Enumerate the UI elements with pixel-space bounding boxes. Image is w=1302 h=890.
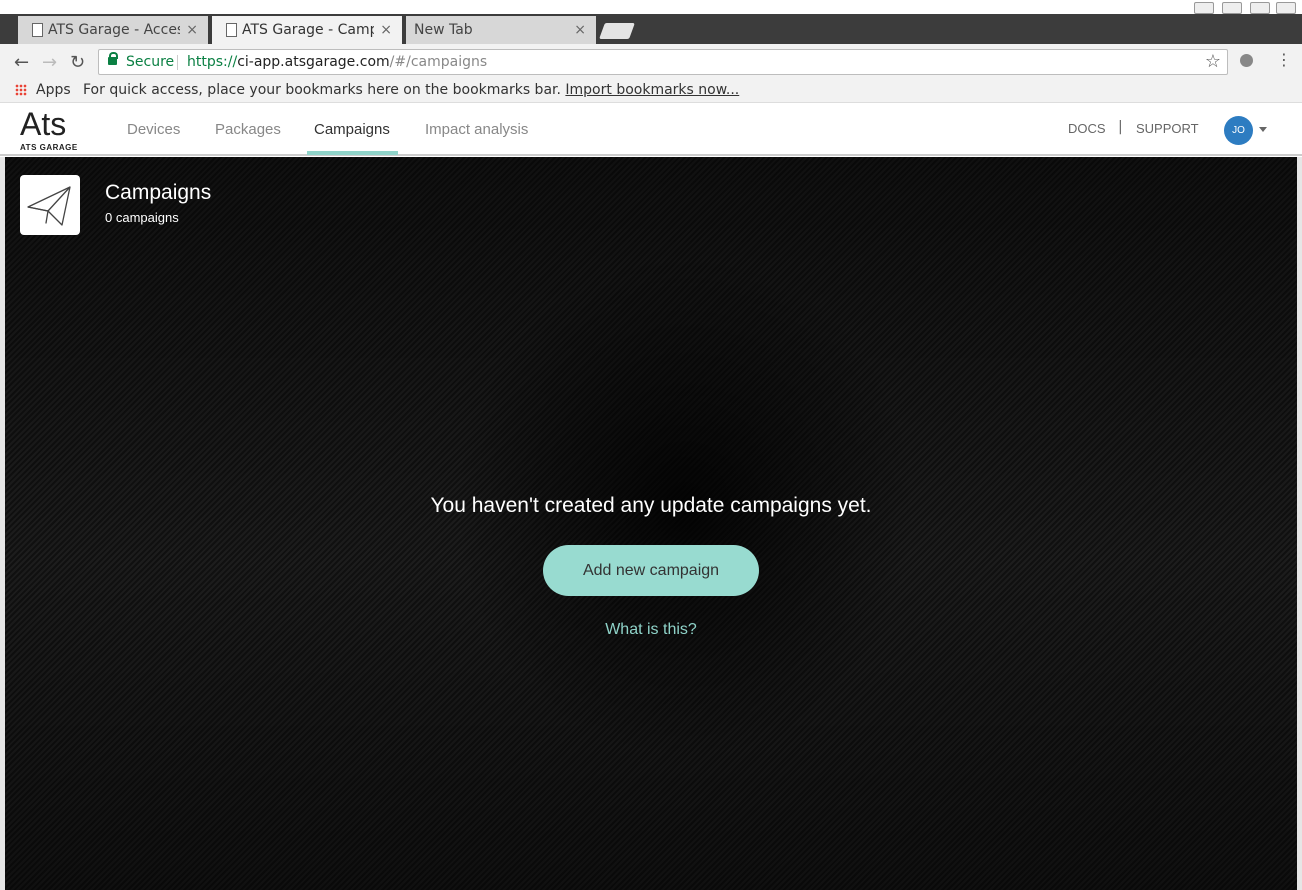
campaign-count: 0 campaigns xyxy=(105,210,179,225)
page-title: Campaigns xyxy=(105,181,212,204)
tab-strip: ATS Garage - Access × ATS Garage - Campa… xyxy=(0,14,1302,44)
app-header: Ats ATS GARAGE Devices Packages Campaign… xyxy=(0,102,1302,156)
tab-title: New Tab xyxy=(414,22,473,38)
apps-grid-icon[interactable] xyxy=(15,84,27,96)
restore-icon[interactable] xyxy=(1222,2,1242,14)
add-new-campaign-button[interactable]: Add new campaign xyxy=(543,545,759,596)
divider xyxy=(177,55,178,70)
tab-campaigns[interactable]: ATS Garage - Campa × xyxy=(212,16,402,44)
bookmark-star-icon[interactable]: ☆ xyxy=(1205,50,1221,74)
back-icon[interactable]: ← xyxy=(14,52,29,73)
url-host: ci-app.atsgarage.com xyxy=(237,54,390,70)
url-protocol: https:// xyxy=(187,54,238,70)
avatar[interactable]: JO xyxy=(1224,116,1253,145)
docs-link[interactable]: DOCS xyxy=(1068,121,1106,136)
lock-icon xyxy=(108,52,118,65)
address-bar[interactable]: Secure https://ci-app.atsgarage.com/#/ca… xyxy=(98,49,1228,75)
nav-devices[interactable]: Devices xyxy=(127,121,180,138)
bookmarks-message: For quick access, place your bookmarks h… xyxy=(83,82,561,98)
new-tab-button[interactable] xyxy=(599,23,635,39)
maximize-icon[interactable] xyxy=(1250,2,1270,14)
import-bookmarks-link[interactable]: Import bookmarks now... xyxy=(565,82,739,98)
bookmarks-bar: Apps For quick access, place your bookma… xyxy=(0,80,1302,102)
tab-title: ATS Garage - Campa xyxy=(242,22,374,38)
window-titlebar xyxy=(0,0,1302,14)
minimize-icon[interactable] xyxy=(1194,2,1214,14)
browser-toolbar: ← → ↻ Secure https://ci-app.atsgarage.co… xyxy=(0,44,1302,80)
tab-title: ATS Garage - Access xyxy=(48,22,180,38)
page-icon-box xyxy=(20,175,80,235)
close-window-icon[interactable] xyxy=(1276,2,1296,14)
window-border-right xyxy=(1297,157,1302,890)
bookmarks-hint: For quick access, place your bookmarks h… xyxy=(83,80,739,100)
what-is-this-link[interactable]: What is this? xyxy=(5,621,1297,639)
campaigns-main: Campaigns 0 campaigns You haven't create… xyxy=(5,157,1297,890)
header-divider: | xyxy=(1118,119,1123,135)
tab-close-icon[interactable]: × xyxy=(574,16,586,44)
nav-campaigns[interactable]: Campaigns xyxy=(314,121,390,138)
tab-close-icon[interactable]: × xyxy=(186,16,198,44)
page-icon xyxy=(32,23,43,37)
support-link[interactable]: SUPPORT xyxy=(1136,121,1199,136)
extension-icon[interactable] xyxy=(1240,54,1253,67)
nav-packages[interactable]: Packages xyxy=(215,121,281,138)
nav-impact-analysis[interactable]: Impact analysis xyxy=(425,121,528,138)
page-icon xyxy=(226,23,237,37)
url-path: /#/campaigns xyxy=(389,54,488,70)
logo-subtitle: ATS GARAGE xyxy=(20,143,78,152)
paper-plane-icon xyxy=(27,186,71,226)
reload-icon[interactable]: ↻ xyxy=(70,52,85,73)
tab-close-icon[interactable]: × xyxy=(380,16,392,44)
apps-link[interactable]: Apps xyxy=(36,80,71,100)
browser-menu-icon[interactable]: ⋮ xyxy=(1276,50,1292,69)
tab-new-tab[interactable]: New Tab × xyxy=(406,16,596,44)
secure-label: Secure xyxy=(126,54,175,70)
tab-access[interactable]: ATS Garage - Access × xyxy=(18,16,208,44)
empty-state-message: You haven't created any update campaigns… xyxy=(430,494,872,517)
active-nav-indicator xyxy=(307,151,398,155)
ats-logo[interactable]: Ats xyxy=(20,107,66,141)
background-texture xyxy=(5,157,1297,890)
chevron-down-icon[interactable] xyxy=(1259,127,1267,132)
forward-icon[interactable]: → xyxy=(42,52,57,73)
url-text: https://ci-app.atsgarage.com/#/campaigns xyxy=(187,50,487,74)
